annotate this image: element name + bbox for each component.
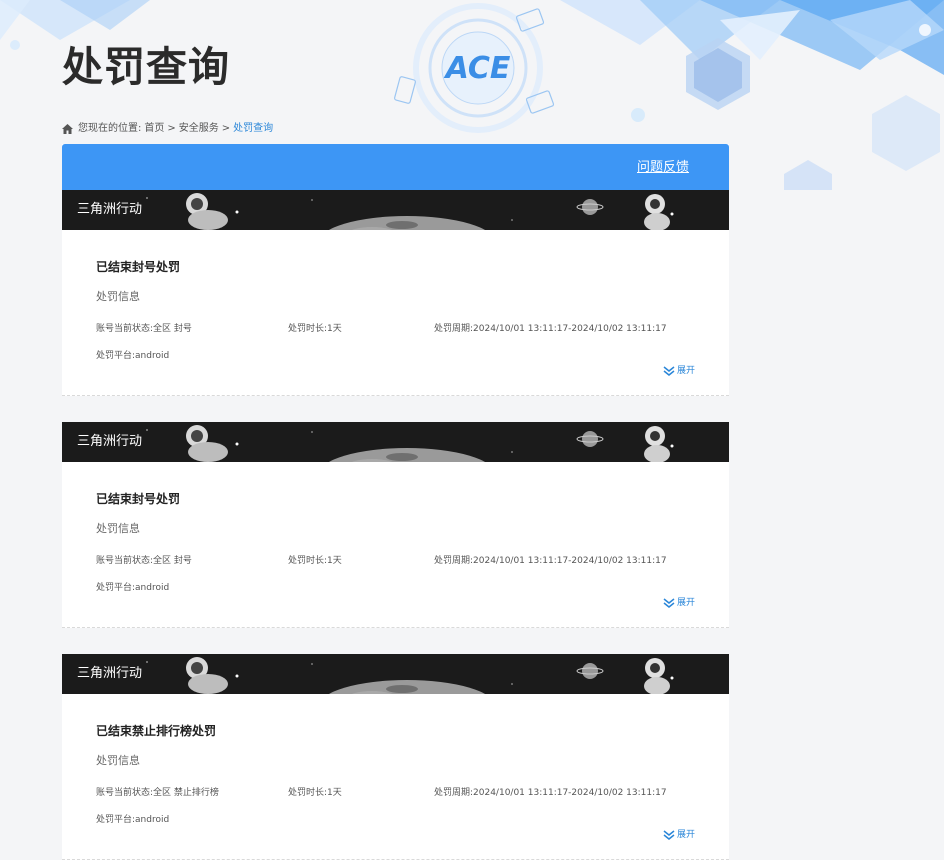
penalty-duration: 处罚时长:1天 (288, 324, 342, 334)
double-chevron-down-icon (663, 366, 675, 376)
expand-label: 展开 (676, 366, 695, 376)
game-name: 三角洲行动 (77, 666, 143, 681)
expand-button[interactable]: 展开 (663, 365, 695, 377)
penalty-platform: 处罚平台:android (96, 815, 170, 825)
expand-label: 展开 (676, 830, 695, 840)
penalty-info-label: 处罚信息 (96, 290, 140, 303)
breadcrumb-current: 处罚查询 (233, 123, 274, 134)
breadcrumb-separator: > (167, 123, 176, 134)
penalty-duration: 处罚时长:1天 (288, 556, 342, 566)
penalty-duration: 处罚时长:1天 (288, 788, 342, 798)
penalty-period: 处罚周期:2024/10/01 13:11:17-2024/10/02 13:1… (434, 556, 667, 566)
breadcrumb-home-link[interactable]: 首页 (144, 122, 164, 136)
breadcrumb-section-link[interactable]: 安全服务 (179, 122, 219, 136)
game-name: 三角洲行动 (77, 202, 143, 217)
home-icon (62, 124, 73, 134)
space-banner-art (62, 190, 729, 230)
penalty-record: 三角洲行动 已结束禁止排行榜处罚 处罚信息 账号当前状态:全区 禁止排行榜 处罚… (62, 654, 729, 860)
penalty-info-label: 处罚信息 (96, 754, 140, 767)
expand-button[interactable]: 展开 (663, 597, 695, 609)
breadcrumb-separator: > (221, 123, 231, 134)
space-banner-art (62, 422, 729, 462)
space-banner-art (62, 654, 729, 694)
penalty-period: 处罚周期:2024/10/01 13:11:17-2024/10/02 13:1… (434, 788, 667, 798)
penalty-period: 处罚周期:2024/10/01 13:11:17-2024/10/02 13:1… (434, 324, 667, 334)
account-status: 账号当前状态:全区 封号 (96, 324, 192, 334)
panel-header: 问题反馈 (62, 144, 729, 190)
penalty-panel: 问题反馈 三角洲行动 已结束封号处罚 处罚信息 账号当前状态:全区 封号 处罚时… (62, 144, 729, 860)
penalty-record: 三角洲行动 已结束封号处罚 处罚信息 账号当前状态:全区 封号 处罚时长:1天 … (62, 422, 729, 628)
penalty-title: 已结束封号处罚 (96, 260, 181, 274)
ace-logo: ACE (444, 51, 511, 86)
breadcrumb: 您现在的位置: 首页 > 安全服务 > 处罚查询 (62, 122, 273, 136)
penalty-platform: 处罚平台:android (96, 351, 170, 361)
game-banner: 三角洲行动 (62, 422, 729, 462)
expand-button[interactable]: 展开 (663, 829, 695, 841)
account-status: 账号当前状态:全区 禁止排行榜 (96, 788, 219, 798)
game-banner: 三角洲行动 (62, 654, 729, 694)
double-chevron-down-icon (663, 598, 675, 608)
svg-text:ACE: ACE (444, 51, 511, 86)
page-title: 处罚查询 (62, 43, 230, 91)
expand-label: 展开 (676, 598, 695, 608)
double-chevron-down-icon (663, 830, 675, 840)
game-banner: 三角洲行动 (62, 190, 729, 230)
penalty-info-label: 处罚信息 (96, 522, 140, 535)
breadcrumb-prefix: 您现在的位置: (78, 123, 142, 134)
penalty-title: 已结束封号处罚 (96, 492, 181, 506)
penalty-record: 三角洲行动 已结束封号处罚 处罚信息 账号当前状态:全区 封号 处罚时长:1天 … (62, 190, 729, 396)
penalty-platform: 处罚平台:android (96, 583, 170, 593)
account-status: 账号当前状态:全区 封号 (96, 556, 192, 566)
penalty-title: 已结束禁止排行榜处罚 (96, 724, 217, 738)
feedback-link[interactable]: 问题反馈 (637, 159, 689, 176)
game-name: 三角洲行动 (77, 434, 143, 449)
